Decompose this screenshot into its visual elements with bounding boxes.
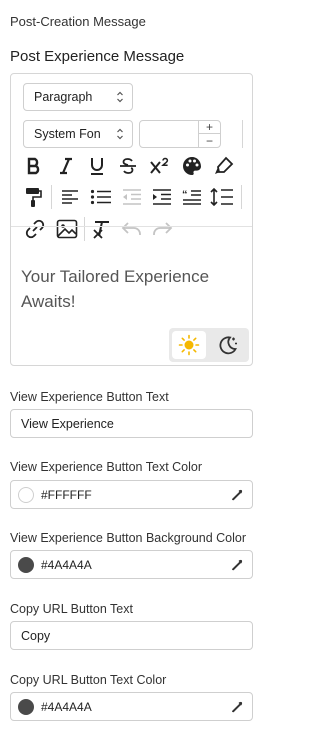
dark-theme-button[interactable] [211, 331, 245, 359]
light-theme-button[interactable] [172, 331, 206, 359]
view-bg-color-input[interactable]: #4A4A4A [10, 550, 253, 579]
view-text-color-input[interactable]: #FFFFFF [10, 480, 253, 509]
font-family-select[interactable]: System Fon [23, 120, 133, 148]
editor-content[interactable]: Your Tailored Experience Awaits! [21, 264, 231, 314]
strikethrough-icon[interactable] [115, 153, 141, 179]
font-family-value: System Fon [34, 127, 101, 141]
view-bg-color-label: View Experience Button Background Color [10, 531, 247, 545]
image-icon[interactable] [54, 216, 80, 242]
chevron-updown-icon [116, 127, 124, 141]
block-format-select[interactable]: Paragraph [23, 83, 133, 111]
font-size-input[interactable]: + − [139, 120, 221, 148]
color-swatch[interactable] [18, 699, 34, 715]
copy-text-value: Copy [21, 628, 51, 643]
sun-icon [178, 334, 200, 356]
indent-icon[interactable] [149, 184, 175, 210]
redo-icon [149, 216, 175, 242]
link-icon[interactable] [22, 216, 48, 242]
view-text-label: View Experience Button Text [10, 390, 169, 404]
clear-format-icon[interactable] [89, 216, 115, 242]
color-swatch[interactable] [18, 557, 34, 573]
toolbar-separator [242, 120, 243, 148]
line-height-icon[interactable] [209, 184, 235, 210]
rich-text-editor: Paragraph System Fon + − “ Your Tailored… [10, 73, 253, 366]
undo-icon [119, 216, 145, 242]
toolbar-separator [51, 185, 52, 209]
italic-icon[interactable] [53, 153, 79, 179]
eyedropper-icon[interactable] [230, 558, 244, 572]
copy-text-color-value: #4A4A4A [41, 699, 92, 714]
section-title: Post-Creation Message [10, 14, 146, 29]
bullet-list-icon[interactable] [88, 184, 114, 210]
align-left-icon[interactable] [57, 184, 83, 210]
view-text-value: View Experience [21, 416, 114, 431]
toolbar-separator [84, 217, 85, 241]
decrement-icon[interactable]: − [199, 134, 220, 147]
content-divider [11, 226, 252, 227]
copy-text-color-input[interactable]: #4A4A4A [10, 692, 253, 721]
view-text-color-value: #FFFFFF [41, 487, 92, 502]
view-text-color-label: View Experience Button Text Color [10, 460, 203, 474]
palette-icon[interactable] [179, 153, 205, 179]
view-text-input[interactable]: View Experience [10, 409, 253, 438]
highlighter-icon[interactable] [211, 153, 237, 179]
underline-icon[interactable] [84, 153, 110, 179]
blockquote-icon[interactable]: “ [179, 184, 205, 210]
bold-icon[interactable] [21, 153, 47, 179]
copy-text-color-label: Copy URL Button Text Color [10, 673, 167, 687]
increment-icon[interactable]: + [199, 121, 220, 134]
theme-toggle [169, 328, 249, 362]
eyedropper-icon[interactable] [230, 488, 244, 502]
superscript-icon[interactable] [147, 153, 173, 179]
chevron-updown-icon [116, 90, 124, 104]
font-size-stepper[interactable]: + − [198, 121, 220, 147]
moon-icon [219, 336, 237, 355]
copy-text-input[interactable]: Copy [10, 621, 253, 650]
paint-roller-icon[interactable] [21, 184, 47, 210]
view-bg-color-value: #4A4A4A [41, 557, 92, 572]
copy-text-label: Copy URL Button Text [10, 602, 133, 616]
eyedropper-icon[interactable] [230, 700, 244, 714]
color-swatch[interactable] [18, 487, 34, 503]
outdent-icon [119, 184, 145, 210]
block-format-value: Paragraph [34, 90, 93, 104]
toolbar-separator [241, 185, 242, 209]
svg-text:“: “ [182, 189, 188, 201]
editor-label: Post Experience Message [10, 48, 185, 65]
